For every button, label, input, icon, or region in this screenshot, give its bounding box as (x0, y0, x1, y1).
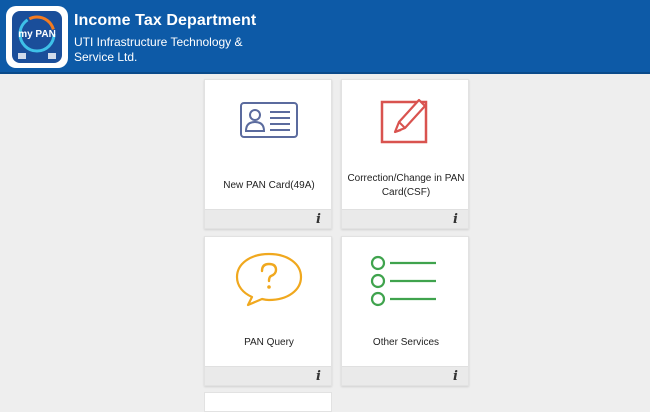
logo-badge: my PAN (12, 11, 62, 63)
card-footer: i (205, 366, 331, 385)
edit-icon (342, 96, 470, 146)
card-new-pan[interactable]: New PAN Card(49A) i (204, 79, 332, 229)
card-label: PAN Query (244, 337, 294, 348)
card-footer: i (342, 366, 468, 385)
card-other-services[interactable]: Other Services i (341, 236, 469, 386)
info-icon[interactable]: i (316, 212, 321, 227)
header-subtitle: UTI Infrastructure Technology & Service … (74, 35, 243, 64)
card-label: Correction/Change in PAN Card(CSF) (347, 173, 465, 198)
info-icon[interactable]: i (316, 369, 321, 384)
id-card-icon (205, 102, 333, 138)
list-icon (342, 255, 470, 307)
info-icon[interactable]: i (453, 212, 458, 227)
card-label: New PAN Card(49A) (223, 180, 315, 191)
card-partial[interactable] (204, 392, 332, 412)
card-footer: i (342, 209, 468, 228)
app-header: my PAN Income Tax Department UTI Infrast… (0, 0, 650, 74)
app-logo: my PAN (6, 6, 68, 68)
logo-text: my PAN (18, 29, 56, 40)
card-label: Other Services (372, 337, 440, 348)
card-pan-query[interactable]: PAN Query i (204, 236, 332, 386)
question-bubble-icon (205, 251, 333, 307)
card-footer: i (205, 209, 331, 228)
card-correction[interactable]: Correction/Change in PAN Card(CSF) i (341, 79, 469, 229)
info-icon[interactable]: i (453, 369, 458, 384)
pan-logo-icon: my PAN (18, 15, 56, 59)
header-title: Income Tax Department (74, 12, 257, 29)
